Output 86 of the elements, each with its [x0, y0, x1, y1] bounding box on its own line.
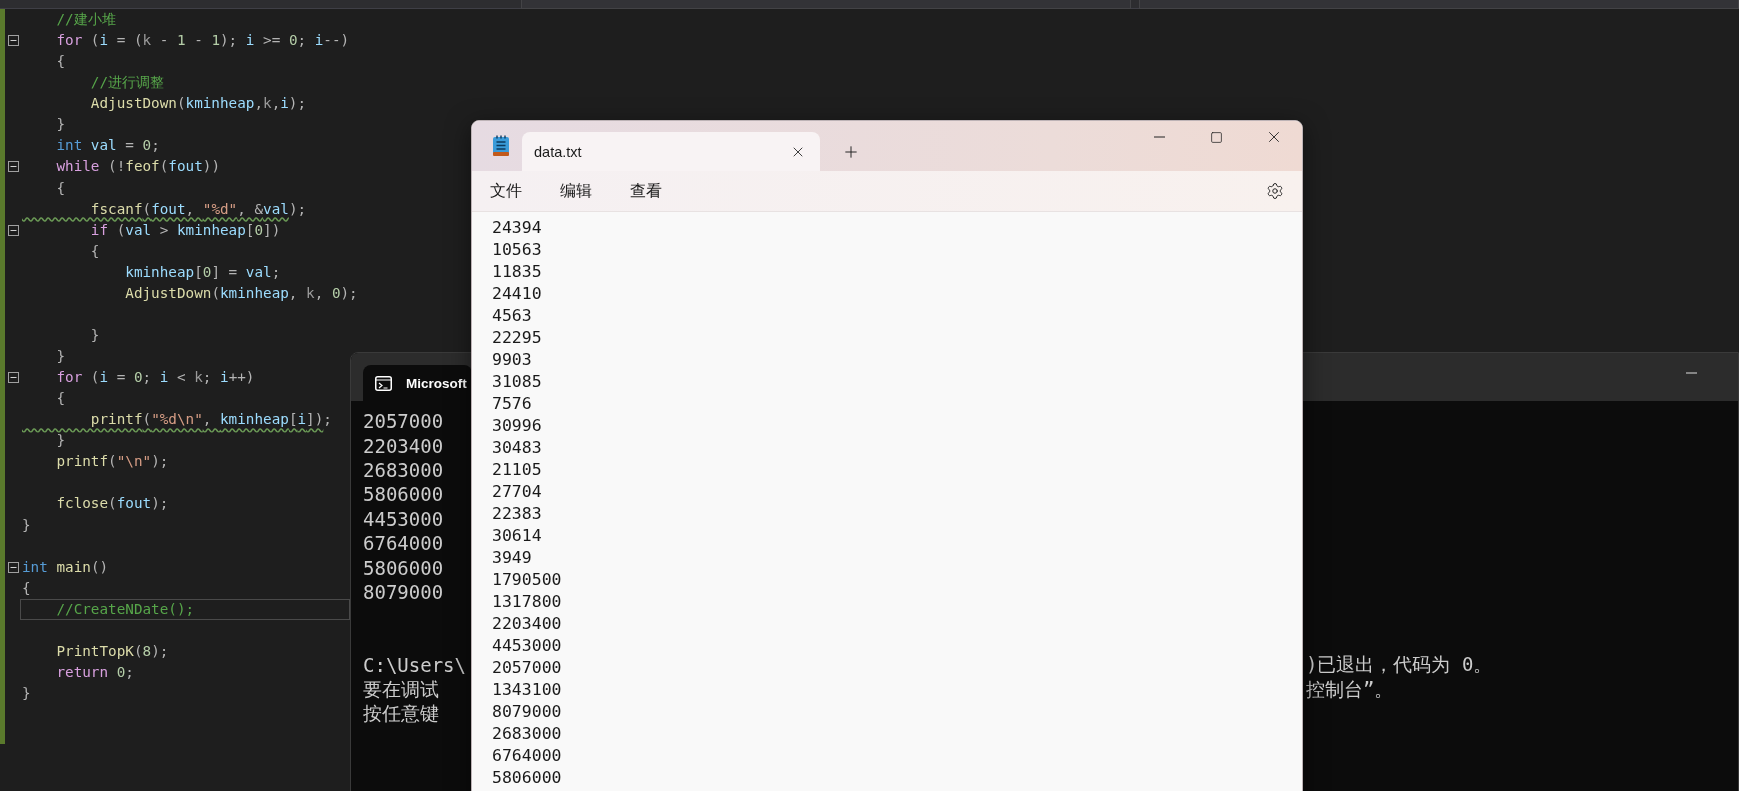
collapse-icon[interactable]: [8, 161, 19, 173]
text-line: 30996: [492, 415, 542, 437]
code-line: {: [55, 389, 67, 409]
code-line: {: [89, 241, 101, 261]
code-line: for (i = (k - 1 - 1); i >= 0; i--): [55, 31, 351, 51]
text-line: 22295: [492, 327, 542, 349]
maximize-icon: [1210, 130, 1223, 144]
text-line: 1317800: [492, 591, 562, 613]
console-text: 5806000: [363, 556, 444, 579]
code-line: PrintTopK(8);: [55, 641, 170, 661]
code-line: {: [21, 578, 32, 598]
text-line: 3949: [492, 547, 532, 569]
console-text: 2057000: [363, 410, 444, 433]
code-line: if (val > kminheap[0]): [89, 220, 282, 240]
code-line: //建小堆: [55, 10, 117, 29]
console-text: 要在调试: [363, 676, 439, 702]
text-line: 10563: [492, 239, 542, 261]
menu-item[interactable]: 文件: [480, 176, 532, 206]
text-line: 8079000: [492, 701, 562, 723]
code-line: fscanf(fout, "%d", &val);: [89, 199, 308, 219]
code-line: printf("%d\n", kminheap[i]);: [89, 410, 333, 430]
text-line: 7576: [492, 393, 532, 415]
text-line: 24410: [492, 283, 542, 305]
code-line: {: [55, 52, 67, 72]
console-text: 按任意键: [363, 700, 439, 726]
console-text: C:\Users\: [363, 654, 466, 677]
text-line: 1343100: [492, 679, 562, 701]
text-line: 4453000: [492, 635, 562, 657]
file-tab[interactable]: data.txt: [522, 132, 820, 171]
code-line: AdjustDown(kminheap,k,i);: [89, 94, 308, 114]
tab-title: data.txt: [534, 143, 583, 160]
text-line: 24394: [492, 217, 542, 239]
collapse-icon[interactable]: [8, 35, 19, 47]
new-tab-icon[interactable]: [842, 143, 860, 161]
code-line: }: [55, 115, 67, 135]
text-line: 5806000: [492, 767, 562, 789]
code-line: }: [89, 325, 101, 345]
console-title: Microsoft: [406, 375, 467, 391]
text-line: 30614: [492, 525, 542, 547]
code-line: kminheap[0] = val;: [124, 262, 282, 282]
console-tab[interactable]: Microsoft: [363, 365, 472, 401]
console-text: )已退出，代码为 0。: [1306, 652, 1493, 678]
minimize-icon: [1685, 372, 1697, 374]
text-line: 4563: [492, 305, 532, 327]
code-line: return 0;: [55, 662, 135, 682]
code-line: {: [55, 178, 67, 198]
collapse-icon[interactable]: [8, 561, 19, 573]
code-line: printf("\n");: [55, 452, 170, 472]
text-line: 6764000: [492, 745, 562, 767]
code-line: //进行调整: [89, 73, 166, 93]
text-line: 21105: [492, 459, 542, 481]
text-line: 30483: [492, 437, 542, 459]
code-line: int main(): [21, 557, 110, 577]
code-line: }: [21, 684, 32, 703]
console-text: 2203400: [363, 434, 444, 457]
text-line: 31085: [492, 371, 542, 393]
settings-icon[interactable]: [1266, 182, 1284, 200]
code-line: while (!feof(fout)): [55, 157, 221, 177]
menu-item[interactable]: 查看: [620, 176, 672, 206]
console-text: 控制台”。: [1306, 676, 1394, 702]
text-line: 2203400: [492, 613, 562, 635]
text-line: 2683000: [492, 723, 562, 745]
code-line: int val = 0;: [55, 136, 161, 156]
code-line: for (i = 0; i < k; i++): [55, 368, 256, 388]
text-line: 2057000: [492, 657, 562, 679]
code-line: AdjustDown(kminheap, k, 0);: [124, 283, 359, 303]
code-line: }: [55, 431, 67, 451]
text-line: 1790500: [492, 569, 562, 591]
console-text: 8079000: [363, 580, 444, 603]
text-line: 22383: [492, 503, 542, 525]
text-line: 11835: [492, 261, 542, 283]
code-line: fclose(fout);: [55, 494, 170, 514]
text-line: 9903: [492, 349, 532, 371]
code-line: }: [55, 347, 67, 366]
console-text: 6764000: [363, 532, 444, 555]
console-text: 2683000: [363, 458, 444, 481]
collapse-icon[interactable]: [8, 224, 19, 236]
notepad-icon: [492, 135, 510, 157]
terminal-icon: [375, 375, 392, 391]
menu-item[interactable]: 编辑: [550, 176, 602, 206]
console-text: 4453000: [363, 507, 444, 530]
code-line: }: [21, 515, 32, 535]
text-line: 27704: [492, 481, 542, 503]
collapse-icon[interactable]: [8, 372, 19, 384]
console-text: 5806000: [363, 483, 444, 506]
minimize-icon: [1154, 136, 1165, 138]
